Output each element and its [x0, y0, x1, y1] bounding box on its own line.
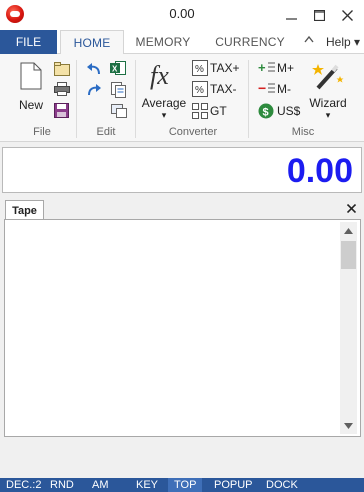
minimize-button[interactable] [276, 0, 306, 30]
new-label: New [18, 98, 43, 112]
group-divider [248, 60, 249, 138]
help-menu[interactable]: Help ▾ [326, 35, 360, 49]
converter-group-label: Converter [168, 126, 218, 138]
open-folder-icon[interactable] [54, 62, 70, 76]
svg-text:+: + [258, 60, 266, 75]
result-display: 0.00 [2, 147, 362, 193]
m-minus-button[interactable]: M- [277, 82, 291, 96]
group-divider [135, 60, 136, 138]
close-icon [341, 9, 353, 21]
wizard-label: Wizard [309, 96, 347, 110]
tax-minus-button[interactable]: TAX- [210, 82, 236, 96]
average-dropdown-arrow: ▾ [161, 110, 167, 120]
misc-group-label: Misc [291, 126, 315, 138]
close-icon [346, 203, 356, 214]
tab-memory[interactable]: MEMORY [128, 30, 198, 54]
display-value: 0.00 [286, 152, 353, 190]
svg-text:$: $ [263, 107, 269, 119]
memory-plus-icon: + [258, 60, 275, 75]
print-icon[interactable] [54, 82, 70, 96]
tax-plus-icon: % [192, 60, 208, 76]
average-button[interactable]: fx Average ▾ [140, 58, 188, 126]
chevron-down-icon [344, 422, 353, 429]
excel-export-icon[interactable]: X [110, 60, 126, 76]
status-top[interactable]: TOP [168, 478, 202, 492]
file-group-label: File [33, 126, 51, 138]
paste-window-icon[interactable] [111, 104, 127, 118]
function-fx-icon: fx [150, 61, 169, 90]
status-decimals[interactable]: DEC.:2 [4, 478, 44, 492]
minimize-icon [285, 17, 297, 20]
maximize-button[interactable] [304, 0, 334, 30]
scroll-up-button[interactable] [340, 222, 357, 239]
wizard-dropdown-arrow: ▾ [325, 110, 331, 120]
tab-tape[interactable]: Tape [5, 200, 44, 220]
chevron-up-icon [304, 35, 314, 43]
edit-group-label: Edit [96, 126, 116, 138]
m-plus-button[interactable]: M+ [277, 61, 294, 75]
svg-text:X: X [112, 65, 118, 74]
tape-panel [4, 219, 361, 437]
scrollbar-thumb[interactable] [341, 241, 356, 269]
title-bar: 0.00 [0, 0, 364, 30]
svg-text:−: − [258, 81, 266, 96]
close-window-button[interactable] [332, 0, 362, 30]
group-divider [76, 60, 77, 138]
svg-text:%: % [195, 64, 204, 75]
undo-icon[interactable] [86, 62, 102, 76]
wizard-button[interactable]: Wizard ▾ [304, 58, 352, 126]
collapse-ribbon-button[interactable] [304, 34, 314, 46]
scroll-down-button[interactable] [340, 417, 357, 434]
us-dollar-button[interactable]: US$ [277, 104, 300, 118]
status-popup[interactable]: POPUP [212, 478, 256, 492]
gt-button[interactable]: GT [210, 104, 227, 118]
save-icon[interactable] [54, 103, 69, 118]
average-label: Average [141, 96, 187, 110]
status-key[interactable]: KEY [134, 478, 160, 492]
magic-wand-icon [312, 64, 344, 90]
status-rounding[interactable]: RND [48, 478, 76, 492]
tape-list[interactable] [8, 223, 338, 433]
tax-plus-button[interactable]: TAX+ [210, 61, 239, 75]
ribbon-tabs: FILE HOME MEMORY CURRENCY Help ▾ [0, 30, 364, 55]
grand-total-icon [192, 103, 208, 119]
svg-text:%: % [195, 85, 204, 96]
tax-minus-icon: % [192, 81, 208, 97]
copy-icon[interactable] [111, 82, 126, 98]
new-button[interactable]: New [14, 58, 48, 118]
close-tape-button[interactable] [344, 201, 358, 216]
status-am[interactable]: AM [90, 478, 114, 492]
status-dock[interactable]: DOCK [264, 478, 304, 492]
chevron-up-icon [344, 227, 353, 234]
new-document-icon [20, 62, 42, 90]
maximize-icon [313, 9, 325, 21]
redo-icon[interactable] [86, 83, 102, 97]
tab-currency[interactable]: CURRENCY [208, 30, 292, 54]
memory-minus-icon: − [258, 81, 275, 96]
tab-file[interactable]: FILE [0, 30, 57, 54]
ribbon-home: New File X Edit fx Average ▾ % TAX+ % TA… [0, 54, 364, 142]
svg-text:fx: fx [150, 61, 169, 90]
status-bar: DEC.:2 RND AM KEY TOP POPUP DOCK [0, 478, 364, 492]
tape-scrollbar[interactable] [340, 222, 357, 434]
tab-home[interactable]: HOME [60, 30, 124, 55]
currency-dollar-icon: $ [258, 103, 274, 119]
